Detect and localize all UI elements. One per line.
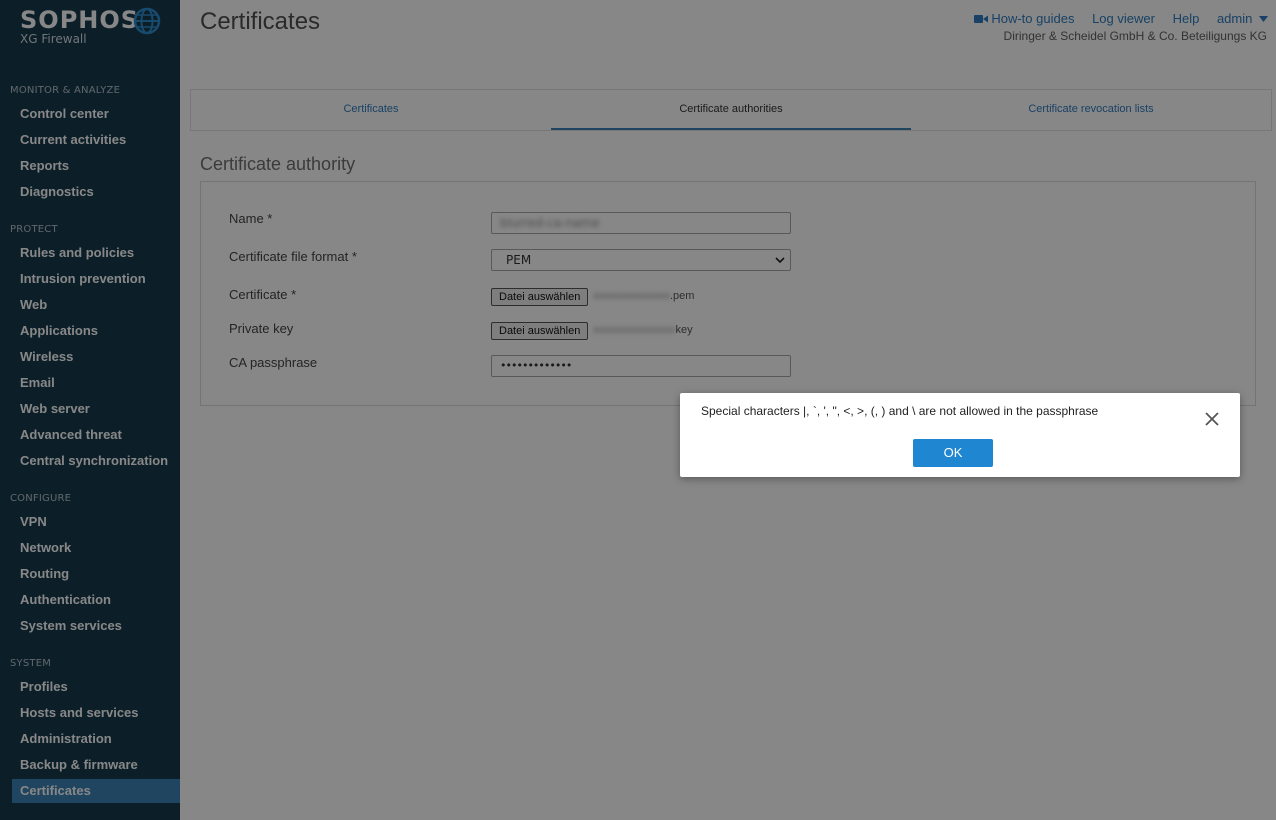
close-icon[interactable] <box>1204 411 1220 427</box>
dialog-message: Special characters |, `, ', ", <, >, (, … <box>701 404 1099 418</box>
ok-button[interactable]: OK <box>913 439 993 467</box>
alert-dialog: Special characters |, `, ', ", <, >, (, … <box>680 393 1240 477</box>
